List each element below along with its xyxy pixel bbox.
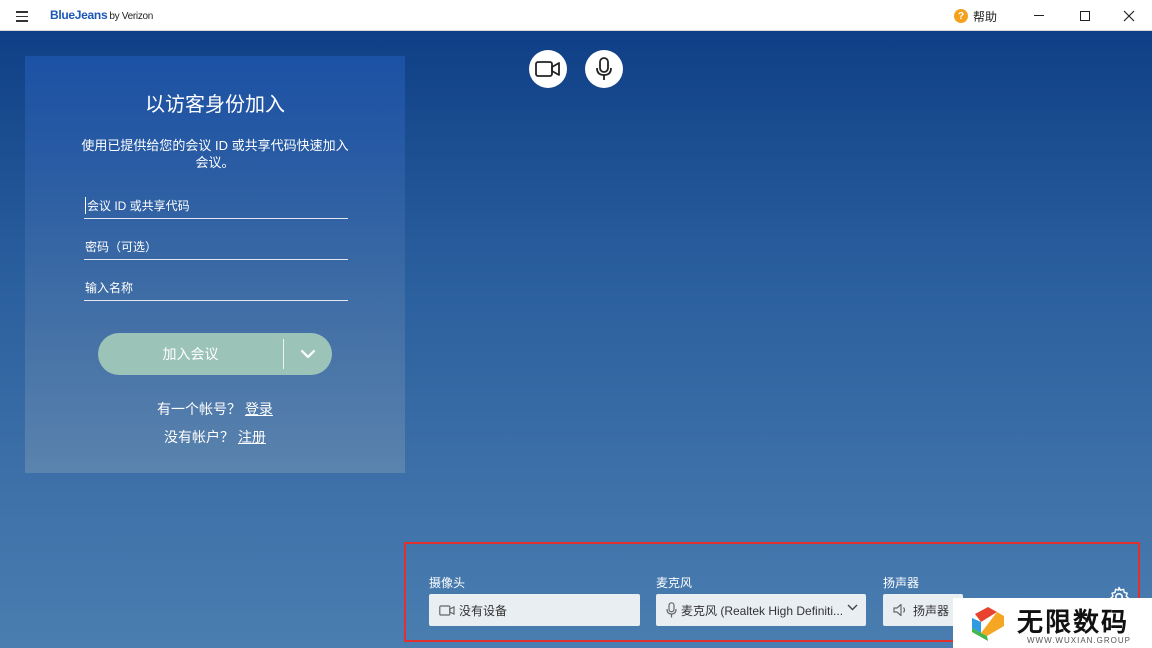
speaker-value: 扬声器	[913, 603, 950, 618]
meeting-id-input[interactable]: 会议 ID 或共享代码	[84, 189, 348, 219]
passcode-input[interactable]: 密码（可选）	[84, 230, 348, 260]
watermark: 无限数码 WWW.WUXIAN.GROUP	[953, 598, 1152, 648]
panel-title: 以访客身份加入	[145, 94, 285, 116]
watermark-subtext: WWW.WUXIAN.GROUP	[1027, 636, 1131, 645]
camera-toggle-button[interactable]	[529, 50, 567, 88]
video-camera-icon	[439, 604, 455, 616]
speaker-select[interactable]: 扬声器	[883, 594, 963, 626]
watermark-logo-icon	[972, 605, 1004, 641]
speaker-icon	[893, 603, 909, 617]
help-label: 帮助	[973, 9, 998, 24]
no-account-text: 没有帐户？	[164, 429, 235, 445]
microphone-icon	[666, 602, 677, 618]
guest-join-panel: 以访客身份加入 使用已提供给您的会议 ID 或共享代码快速加入会议。 会议 ID…	[25, 56, 405, 473]
name-placeholder: 输入名称	[85, 281, 134, 295]
panel-description: 使用已提供给您的会议 ID 或共享代码快速加入会议。	[81, 138, 349, 170]
microphone-select[interactable]: 麦克风 (Realtek High Definiti...	[656, 594, 866, 626]
app-logo: BlueJeans by Verizon	[50, 8, 153, 22]
join-meeting-button[interactable]: 加入会议	[98, 333, 283, 375]
login-row: 有一个帐号？ 登录	[25, 399, 405, 419]
camera-select[interactable]: 没有设备	[429, 594, 640, 626]
close-button[interactable]	[1106, 0, 1152, 31]
join-options-dropdown[interactable]	[284, 333, 332, 375]
chevron-down-icon	[847, 604, 858, 611]
register-row: 没有帐户？ 注册	[25, 427, 405, 447]
title-bar: BlueJeans by Verizon ? 帮助	[0, 0, 1152, 31]
microphone-label: 麦克风	[656, 576, 693, 590]
meeting-id-placeholder: 会议 ID 或共享代码	[85, 197, 190, 214]
minimize-icon	[1034, 15, 1044, 16]
watermark-text: 无限数码	[1017, 608, 1130, 638]
minimize-button[interactable]	[1016, 0, 1062, 31]
help-button[interactable]: ? 帮助	[954, 8, 997, 24]
name-input[interactable]: 输入名称	[84, 271, 348, 301]
camera-label: 摄像头	[429, 576, 466, 590]
chevron-down-icon	[301, 349, 315, 358]
join-button-group: 加入会议	[98, 333, 332, 375]
video-camera-icon	[535, 61, 560, 77]
close-icon	[1123, 10, 1135, 21]
microphone-icon	[596, 57, 612, 80]
microphone-toggle-button[interactable]	[585, 50, 623, 88]
login-link[interactable]: 登录	[245, 401, 273, 417]
hamburger-menu-icon[interactable]	[14, 8, 34, 24]
maximize-button[interactable]	[1062, 0, 1108, 31]
have-account-text: 有一个帐号？	[157, 401, 242, 417]
logo-suffix: by Verizon	[109, 11, 154, 22]
logo-brand: BlueJeans	[50, 8, 108, 22]
camera-value: 没有设备	[459, 603, 508, 618]
passcode-placeholder: 密码（可选）	[85, 240, 158, 254]
microphone-value: 麦克风 (Realtek High Definiti...	[681, 603, 844, 618]
maximize-icon	[1080, 10, 1090, 21]
register-link[interactable]: 注册	[238, 429, 266, 445]
help-icon: ?	[954, 9, 968, 23]
speaker-label: 扬声器	[883, 576, 920, 590]
